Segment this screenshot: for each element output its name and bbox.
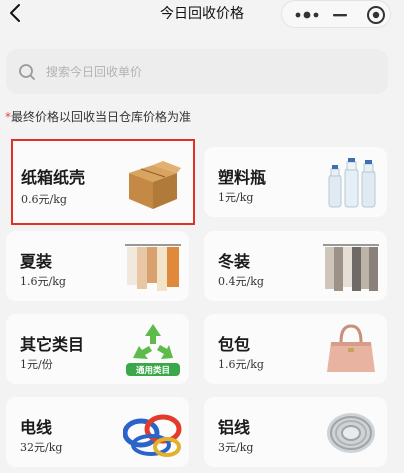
handbag-icon — [327, 324, 375, 372]
item-name: 塑料瓶 — [218, 168, 267, 187]
more-options-icon[interactable] — [294, 10, 320, 20]
aluminum-wire-icon — [327, 413, 375, 453]
item-name: 冬装 — [218, 252, 251, 271]
item-card-cardboard[interactable]: 纸箱纸壳 0.6元/kg — [11, 139, 195, 225]
item-price: 3元/kg — [218, 441, 254, 454]
search-bar[interactable]: 搜索今日回收单价 — [6, 49, 388, 94]
item-price: 1元/份 — [20, 358, 53, 371]
mini-program-capsule — [281, 0, 391, 28]
minimize-icon[interactable] — [331, 7, 349, 23]
item-price: 32元/kg — [20, 441, 63, 454]
item-card-winter-clothes[interactable]: 冬装 0.4元/kg — [204, 231, 387, 301]
item-name: 电线 — [20, 418, 53, 437]
item-price: 1元/kg — [218, 191, 254, 204]
summer-clothes-icon — [125, 244, 181, 291]
item-card-plastic-bottle[interactable]: 塑料瓶 1元/kg — [204, 147, 387, 217]
price-note: *最终价格以回收当日仓库价格为准 — [5, 108, 191, 125]
item-card-wire[interactable]: 电线 32元/kg — [6, 397, 189, 467]
item-card-summer-clothes[interactable]: 夏装 1.6元/kg — [6, 231, 189, 301]
item-card-aluminum-wire[interactable]: 铝线 3元/kg — [204, 397, 387, 467]
item-price: 0.4元/kg — [218, 275, 264, 288]
item-name: 铝线 — [218, 418, 251, 437]
badge-text: 通用类目 — [136, 365, 170, 376]
close-miniprogram-icon[interactable] — [366, 5, 386, 25]
note-text: 最终价格以回收当日仓库价格为准 — [11, 110, 192, 124]
winter-clothes-icon — [323, 244, 379, 291]
item-card-other-category[interactable]: 其它类目 1元/份 通用类目 — [6, 314, 189, 384]
search-icon — [19, 64, 35, 80]
item-price: 1.6元/kg — [20, 275, 66, 288]
wires-icon — [123, 414, 182, 457]
plastic-bottles-icon — [328, 158, 376, 208]
top-bar: 今日回收价格 — [0, 0, 404, 28]
item-name: 夏装 — [20, 252, 53, 271]
cardboard-box-icon — [129, 161, 181, 209]
item-name: 包包 — [218, 335, 251, 354]
item-name: 纸箱纸壳 — [21, 168, 86, 187]
recycle-icon: 通用类目 — [126, 324, 180, 376]
item-price: 1.6元/kg — [218, 358, 264, 371]
search-placeholder: 搜索今日回收单价 — [46, 65, 143, 79]
item-price: 0.6元/kg — [21, 193, 67, 206]
item-card-handbag[interactable]: 包包 1.6元/kg — [204, 314, 387, 384]
item-name: 其它类目 — [20, 335, 85, 354]
